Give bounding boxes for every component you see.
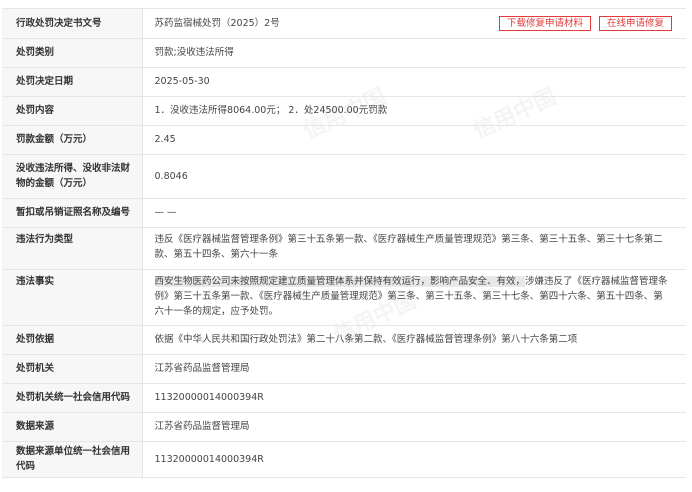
- table-row: 处罚类别 罚款;没收违法所得: [2, 38, 686, 68]
- row-value: 2025-05-30: [142, 67, 686, 97]
- table-row: 没收违法所得、没收非法财物的金额（万元） 0.8046: [2, 154, 686, 199]
- row-label: 处罚决定日期: [2, 67, 143, 97]
- row-label: 处罚依据: [2, 325, 143, 355]
- row-label: 罚款金额（万元）: [2, 125, 143, 155]
- table-row: 处罚决定日期 2025-05-30: [2, 67, 686, 97]
- penalty-detail-table: 行政处罚决定书文号 苏药监宿械处罚（2025）2号 下载修复申请材料 在线申请修…: [2, 8, 686, 478]
- row-value: 违反《医疗器械监督管理条例》第三十五条第一款、《医疗器械生产质量管理规范》第三条…: [142, 227, 686, 270]
- row-label: 行政处罚决定书文号: [2, 9, 143, 39]
- row-value: 江苏省药品监督管理局: [142, 354, 686, 384]
- download-repair-materials-button[interactable]: 下载修复申请材料: [498, 15, 591, 31]
- row-value: 11320000014000394R: [142, 441, 686, 478]
- table-row: 数据来源 江苏省药品监督管理局: [2, 412, 686, 442]
- row-label: 处罚机关: [2, 354, 143, 384]
- table-row: 处罚内容 1．没收违法所得8064.00元； 2．处24500.00元罚款: [2, 96, 686, 126]
- table-row: 处罚机关 江苏省药品监督管理局: [2, 354, 686, 384]
- table-row: 违法事实 西安生物医药公司未按照规定建立质量管理体系并保持有效运行，影响产品安全…: [2, 269, 686, 326]
- row-value: 江苏省药品监督管理局: [142, 412, 686, 442]
- row-label: 处罚类别: [2, 38, 143, 68]
- row-label: 违法行为类型: [2, 227, 143, 270]
- table-row: 行政处罚决定书文号 苏药监宿械处罚（2025）2号 下载修复申请材料 在线申请修…: [2, 9, 686, 39]
- row-label: 数据来源单位统一社会信用代码: [2, 441, 143, 478]
- row-value: 0.8046: [142, 154, 686, 199]
- row-label: 违法事实: [2, 269, 143, 326]
- row-value: 2.45: [142, 125, 686, 155]
- table-row: 处罚机关统一社会信用代码 11320000014000394R: [2, 383, 686, 413]
- row-value: 1．没收违法所得8064.00元； 2．处24500.00元罚款: [142, 96, 686, 126]
- table-row: 违法行为类型 违反《医疗器械监督管理条例》第三十五条第一款、《医疗器械生产质量管…: [2, 227, 686, 270]
- highlighted-fact-text: 西安生物医药公司未按照规定建立质量管理体系并保持有效运行，影响产品安全、有效，: [154, 275, 526, 287]
- row-label: 处罚内容: [2, 96, 143, 126]
- online-repair-application-button[interactable]: 在线申请修复: [598, 15, 672, 31]
- row-value: 苏药监宿械处罚（2025）2号: [154, 17, 280, 29]
- row-value: 依据《中华人民共和国行政处罚法》第二十八条第二款、《医疗器械监督管理条例》第八十…: [142, 325, 686, 355]
- row-label: 处罚机关统一社会信用代码: [2, 383, 143, 413]
- table-row: 罚款金额（万元） 2.45: [2, 125, 686, 155]
- row-label: 数据来源: [2, 412, 143, 442]
- row-label: 暂扣或吊销证照名称及编号: [2, 198, 143, 228]
- table-row: 处罚依据 依据《中华人民共和国行政处罚法》第二十八条第二款、《医疗器械监督管理条…: [2, 325, 686, 355]
- row-value: — —: [142, 198, 686, 228]
- table-row: 数据来源单位统一社会信用代码 11320000014000394R: [2, 441, 686, 478]
- row-value: 11320000014000394R: [142, 383, 686, 413]
- row-value: 罚款;没收违法所得: [142, 38, 686, 68]
- table-row: 暂扣或吊销证照名称及编号 — —: [2, 198, 686, 228]
- row-label: 没收违法所得、没收非法财物的金额（万元）: [2, 154, 143, 199]
